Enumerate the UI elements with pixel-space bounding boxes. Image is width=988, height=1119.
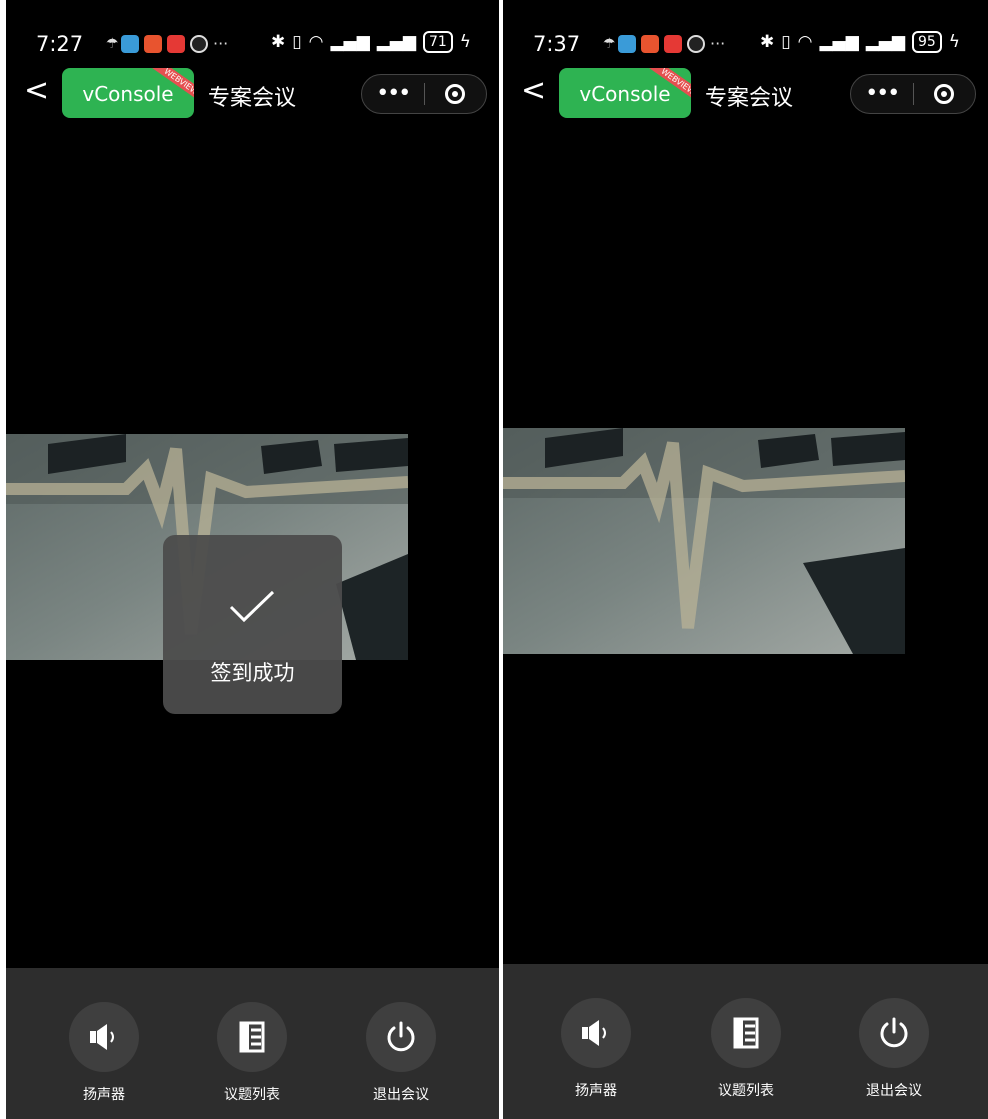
back-icon[interactable]: < [24, 76, 49, 106]
app-notification-icon [167, 34, 185, 53]
signal-icon: ▂▄▆ [376, 32, 416, 52]
vconsole-label: vConsole [82, 82, 174, 106]
back-icon[interactable]: < [521, 76, 546, 106]
agenda-list-button[interactable] [217, 1002, 287, 1072]
checkmark-icon [229, 590, 275, 623]
phone-screen-1: 7:27 ☂ ··· ✱ ▯ ◠ ▂▄▆ ▂▄▆ 71 ϟ < vConsole… [6, 0, 499, 1119]
app-notification-icon [641, 34, 659, 53]
exit-meeting-control[interactable]: 退出会议 [341, 968, 461, 1104]
status-time: 7:27 [36, 32, 84, 56]
notification-icons: ☂ ··· [106, 34, 228, 53]
agenda-list-label: 议题列表 [224, 1087, 280, 1103]
signal-icon: ▂▄▆ [865, 32, 905, 52]
agenda-list-icon [239, 1021, 265, 1053]
exit-meeting-control[interactable]: 退出会议 [834, 964, 954, 1100]
toast-success: 签到成功 [163, 535, 342, 714]
vconsole-button[interactable]: vConsole WEBVIEW [62, 68, 194, 118]
charging-icon: ϟ [459, 32, 471, 52]
close-target-icon [934, 84, 955, 104]
bluetooth-icon: ✱ [760, 32, 775, 52]
speaker-control[interactable]: 扬声器 [44, 968, 164, 1104]
speaker-label: 扬声器 [575, 1083, 617, 1099]
phone-screen-2: 7:37 ☂ ··· ✱ ▯ ◠ ▂▄▆ ▂▄▆ 95 ϟ < vConsole… [503, 0, 988, 1119]
qq-icon [687, 34, 705, 53]
power-icon [387, 1021, 415, 1052]
toast-text: 签到成功 [210, 661, 295, 685]
weather-icon: ☂ [603, 35, 616, 52]
app-notification-icon [618, 34, 636, 53]
weather-icon: ☂ [106, 35, 119, 52]
more-menu-icon[interactable]: ••• [851, 79, 913, 109]
signal-icon: ▂▄▆ [819, 32, 859, 52]
agenda-list-button[interactable] [711, 998, 781, 1068]
agenda-list-control[interactable]: 议题列表 [192, 968, 312, 1104]
agenda-list-icon [733, 1017, 759, 1049]
status-bar: 7:27 ☂ ··· ✱ ▯ ◠ ▂▄▆ ▂▄▆ 71 ϟ [6, 0, 499, 72]
exit-meeting-button[interactable] [366, 1002, 436, 1072]
camera-video-view [503, 428, 905, 654]
app-notification-icon [664, 34, 682, 53]
speaker-icon [582, 1020, 606, 1046]
nav-bar: < vConsole WEBVIEW 专案会议 ••• [6, 68, 499, 120]
exit-meeting-button[interactable] [859, 998, 929, 1068]
vconsole-button[interactable]: vConsole WEBVIEW [559, 68, 691, 118]
notification-icons: ☂ ··· [603, 34, 725, 53]
page-title: 专案会议 [208, 86, 297, 111]
app-notification-icon [121, 34, 139, 53]
meeting-controls-bar: 扬声器 议题列表 退出会议 [6, 968, 499, 1119]
agenda-list-label: 议题列表 [718, 1083, 774, 1099]
exit-meeting-label: 退出会议 [373, 1087, 429, 1103]
bluetooth-icon: ✱ [271, 32, 286, 52]
battery-icon: 95 [911, 31, 942, 53]
meeting-controls-bar: 扬声器 议题列表 退出会议 [503, 964, 988, 1119]
speaker-label: 扬声器 [83, 1087, 125, 1103]
vibrate-icon: ▯ [292, 32, 302, 52]
wifi-icon: ◠ [308, 32, 324, 52]
close-miniprogram-button[interactable] [425, 84, 487, 104]
vconsole-label: vConsole [579, 82, 671, 106]
close-target-icon [445, 84, 466, 104]
speaker-control[interactable]: 扬声器 [536, 964, 656, 1100]
battery-icon: 71 [422, 31, 453, 53]
vibrate-icon: ▯ [781, 32, 791, 52]
miniprogram-capsule: ••• [850, 74, 976, 114]
charging-icon: ϟ [948, 32, 960, 52]
exit-meeting-label: 退出会议 [866, 1083, 922, 1099]
agenda-list-control[interactable]: 议题列表 [686, 964, 806, 1100]
speaker-icon [90, 1024, 114, 1050]
close-miniprogram-button[interactable] [914, 84, 976, 104]
speaker-button[interactable] [561, 998, 631, 1068]
status-bar: 7:37 ☂ ··· ✱ ▯ ◠ ▂▄▆ ▂▄▆ 95 ϟ [503, 0, 988, 72]
nav-bar: < vConsole WEBVIEW 专案会议 ••• [503, 68, 988, 120]
system-icons: ✱ ▯ ◠ ▂▄▆ ▂▄▆ 95 ϟ [760, 31, 960, 53]
signal-icon: ▂▄▆ [330, 32, 370, 52]
qq-icon [190, 34, 208, 53]
status-time: 7:37 [533, 32, 581, 56]
miniprogram-capsule: ••• [361, 74, 487, 114]
page-title: 专案会议 [705, 86, 794, 111]
wifi-icon: ◠ [797, 32, 813, 52]
speaker-button[interactable] [69, 1002, 139, 1072]
system-icons: ✱ ▯ ◠ ▂▄▆ ▂▄▆ 71 ϟ [271, 31, 471, 53]
app-notification-icon [144, 34, 162, 53]
more-notifications-icon: ··· [213, 34, 229, 53]
more-notifications-icon: ··· [710, 34, 726, 53]
power-icon [880, 1017, 908, 1048]
more-menu-icon[interactable]: ••• [362, 79, 424, 109]
